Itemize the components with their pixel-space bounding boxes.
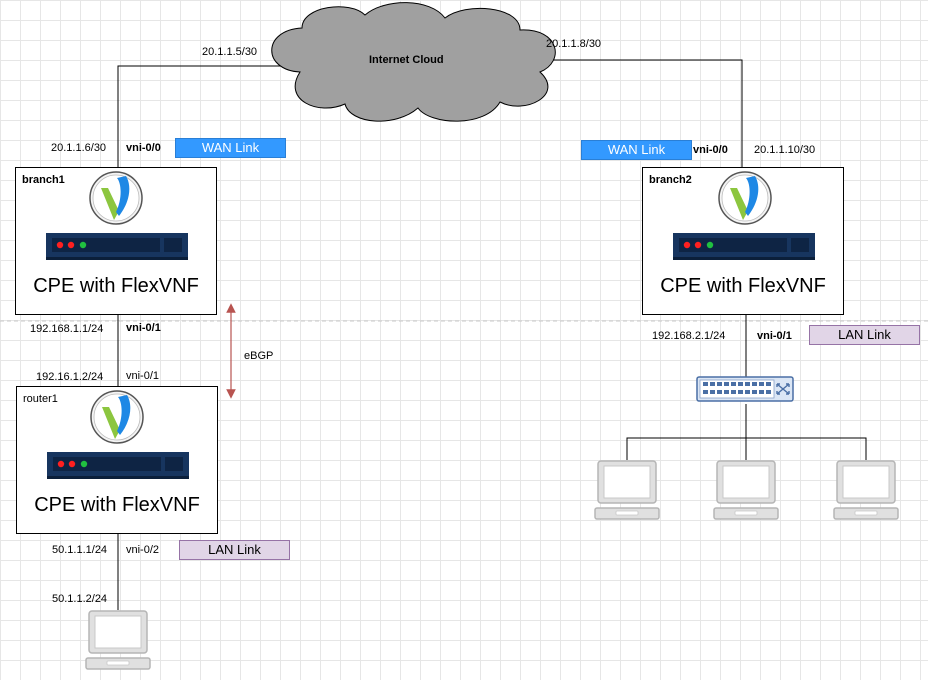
laptop-icon <box>594 460 660 520</box>
wan-link-badge-branch1: WAN Link <box>175 138 286 158</box>
label-vni-router1-up: vni-0/1 <box>126 370 160 382</box>
network-switch-icon <box>696 376 794 402</box>
cpe-box-branch2: branch2 CPE with FlexVNF <box>642 167 844 315</box>
cpe-box-router1: router1 CPE with FlexVNF <box>16 386 218 534</box>
label-50-1-1-1: 50.1.1.1/24 <box>52 544 108 556</box>
label-vni-router1-lan: vni-0/2 <box>126 544 160 556</box>
cpe-box-branch1: branch1 CPE with FlexVNF <box>15 167 217 315</box>
cpe-device-icon <box>47 452 189 479</box>
versa-logo-icon <box>718 171 772 225</box>
label-192-16-1-2: 192.16.1.2/24 <box>36 371 104 383</box>
label-192-168-1-1: 192.168.1.1/24 <box>30 323 104 335</box>
label-192-168-2-1: 192.168.2.1/24 <box>652 330 726 342</box>
label-ebgp: eBGP <box>244 350 274 362</box>
box-title: CPE with FlexVNF <box>33 275 199 297</box>
label-vni-branch1-lan: vni-0/1 <box>126 322 161 334</box>
label-vni-branch2-wan: vni-0/0 <box>693 144 728 156</box>
lan-link-badge-router1: LAN Link <box>179 540 290 560</box>
cloud-label: Internet Cloud <box>369 54 444 66</box>
versa-logo-icon <box>89 171 143 225</box>
label-50-1-1-2: 50.1.1.2/24 <box>52 593 108 605</box>
label-20-1-1-5: 20.1.1.5/30 <box>202 46 258 58</box>
versa-logo-icon <box>90 390 144 444</box>
laptop-icon <box>833 460 899 520</box>
label-20-1-1-8: 20.1.1.8/30 <box>546 38 602 50</box>
box-name: router1 <box>23 393 58 405</box>
laptop-icon <box>85 610 151 670</box>
box-title: CPE with FlexVNF <box>660 275 826 297</box>
lan-link-badge-branch2: LAN Link <box>809 325 920 345</box>
box-title: CPE with FlexVNF <box>34 494 200 516</box>
laptop-icon <box>713 460 779 520</box>
label-vni-branch1-wan: vni-0/0 <box>126 142 161 154</box>
cpe-device-icon <box>46 233 188 260</box>
label-20-1-1-6: 20.1.1.6/30 <box>51 142 107 154</box>
label-20-1-1-10: 20.1.1.10/30 <box>754 144 816 156</box>
box-name: branch1 <box>22 174 65 186</box>
wan-link-badge-branch2: WAN Link <box>581 140 692 160</box>
label-vni-branch2-lan: vni-0/1 <box>757 330 792 342</box>
box-name: branch2 <box>649 174 692 186</box>
cpe-device-icon <box>673 233 815 260</box>
